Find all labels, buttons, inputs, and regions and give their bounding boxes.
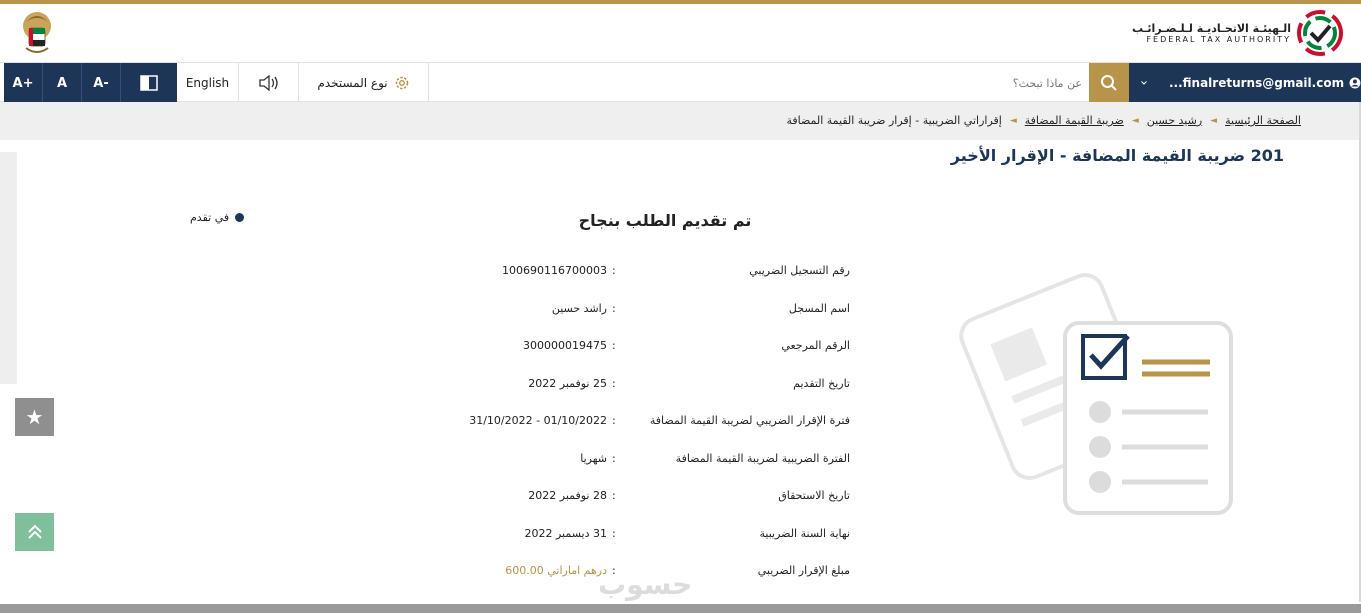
detail-colon: : [612, 489, 616, 502]
detail-label: نهاية السنة الضريبية [759, 526, 851, 540]
contrast-button[interactable] [121, 63, 177, 103]
site-header: الـهيئـة الاتحـاديـة لـلـضـرائـب FEDERAL… [0, 4, 1361, 62]
text-to-speech-button[interactable] [239, 63, 299, 103]
font-normal-button[interactable]: A [43, 63, 82, 103]
detail-label: الفترة الضريبية لضريبة القيمة المضافة [675, 451, 850, 465]
user-avatar-icon [1349, 77, 1361, 89]
detail-colon: : [612, 339, 616, 352]
font-increase-button[interactable]: A+ [4, 63, 43, 103]
fta-logo[interactable]: الـهيئـة الاتحـاديـة لـلـضـرائـب FEDERAL… [1132, 8, 1343, 58]
detail-row: رقم التسجيل الضريبي : 100690116700003 [400, 254, 860, 292]
detail-row: الرقم المرجعي : 300000019475 [400, 329, 860, 367]
status-indicator: في تقدم [190, 211, 245, 224]
detail-value: شهريا [580, 451, 607, 465]
breadcrumb-home[interactable]: الصفحة الرئيسية [1225, 114, 1301, 127]
status-dot-icon [235, 213, 245, 222]
detail-colon: : [612, 414, 616, 427]
detail-row: تاريخ الاستحقاق : 28 نوفمبر 2022 [400, 479, 860, 517]
favorite-button[interactable]: ★ [15, 398, 54, 436]
double-chevron-up-icon [27, 524, 42, 539]
language-toggle[interactable]: English [177, 63, 239, 103]
search-area [430, 63, 1090, 103]
breadcrumb-vat[interactable]: ضريبة القيمة المضافة [1025, 114, 1124, 127]
breadcrumb-separator-icon: ◄ [1009, 115, 1017, 126]
font-decrease-button[interactable]: A- [82, 63, 121, 103]
breadcrumb-separator-icon: ◄ [1131, 115, 1139, 126]
checklist-illustration [959, 273, 1233, 515]
contrast-icon [140, 75, 158, 91]
detail-colon: : [612, 451, 616, 465]
breadcrumb: الصفحة الرئيسية ◄ رشيد حسين ◄ ضريبة القي… [786, 114, 1301, 127]
search-button[interactable] [1089, 63, 1129, 103]
detail-colon: : [612, 526, 616, 540]
breadcrumb-current: إقراراتي الضريبية - إقرار ضريبة القيمة ا… [786, 114, 1002, 127]
bottom-bar [0, 604, 1361, 613]
detail-colon: : [612, 376, 616, 390]
search-input[interactable] [850, 71, 1090, 95]
submission-details: رقم التسجيل الضريبي : 100690116700003 اس… [400, 254, 860, 592]
watermark: حسوب [598, 568, 693, 601]
detail-value: درهم اماراتي 600.00 [505, 564, 607, 577]
gear-icon [395, 76, 408, 90]
detail-value: 100690116700003 [502, 264, 607, 277]
detail-label: فترة الإقرار الضريبي لضريبة القيمة المضا… [649, 414, 850, 427]
authority-name-en: FEDERAL TAX AUTHORITY [1146, 34, 1291, 44]
detail-value: 25 نوفمبر 2022 [528, 376, 607, 390]
detail-value: 300000019475 [523, 339, 607, 352]
detail-value: راشد حسين [551, 301, 607, 315]
user-email: ...finalreturns@gmail.com [1168, 76, 1345, 90]
detail-row: تاريخ التقديم : 25 نوفمبر 2022 [400, 367, 860, 405]
detail-label: تاريخ الاستحقاق [778, 489, 850, 502]
left-side-rail [0, 152, 17, 384]
detail-value: 01/10/2022 - 31/10/2022 [469, 414, 607, 427]
detail-label: اسم المسجل [788, 301, 850, 315]
scroll-to-top-button[interactable] [15, 513, 54, 551]
user-type-selector[interactable]: نوع المستخدم [299, 63, 429, 103]
status-label: في تقدم [190, 211, 230, 224]
detail-value: 31 ديسمبر 2022 [524, 526, 607, 540]
detail-row: نهاية السنة الضريبية : 31 ديسمبر 2022 [400, 517, 860, 555]
detail-label: مبلغ الإقرار الضريبي [757, 564, 850, 577]
accessibility-toolbar: A+ A A- English نوع المستخدم عن ماذا تبح… [0, 62, 1361, 103]
star-icon: ★ [25, 405, 44, 429]
detail-colon: : [612, 301, 616, 315]
detail-row: الفترة الضريبية لضريبة القيمة المضافة : … [400, 442, 860, 480]
speaker-icon [258, 75, 278, 91]
breadcrumb-user[interactable]: رشيد حسين [1147, 114, 1202, 127]
success-message: تم تقديم الطلب بنجاح [578, 211, 752, 230]
fta-logo-icon [1297, 10, 1343, 56]
page-title: 201 ضريبة القيمة المضافة - الإقرار الأخي… [950, 146, 1284, 165]
search-icon [1101, 75, 1117, 91]
detail-value: 28 نوفمبر 2022 [528, 489, 607, 502]
detail-colon: : [612, 264, 616, 277]
breadcrumb-bar: الصفحة الرئيسية ◄ رشيد حسين ◄ ضريبة القي… [0, 102, 1361, 140]
detail-row: فترة الإقرار الضريبي لضريبة القيمة المضا… [400, 404, 860, 442]
authority-name-ar: الـهيئـة الاتحـاديـة لـلـضـرائـب [1132, 21, 1291, 35]
detail-label: الرقم المرجعي [781, 339, 850, 352]
uae-emblem-icon [23, 12, 51, 53]
user-type-label: نوع المستخدم [317, 76, 388, 90]
chevron-down-icon [1141, 81, 1147, 85]
breadcrumb-separator-icon: ◄ [1210, 115, 1218, 126]
detail-row: اسم المسجل : راشد حسين [400, 292, 860, 330]
detail-label: تاريخ التقديم [793, 376, 850, 390]
user-menu[interactable]: ...finalreturns@gmail.com [1129, 63, 1361, 103]
detail-label: رقم التسجيل الضريبي [749, 264, 850, 277]
